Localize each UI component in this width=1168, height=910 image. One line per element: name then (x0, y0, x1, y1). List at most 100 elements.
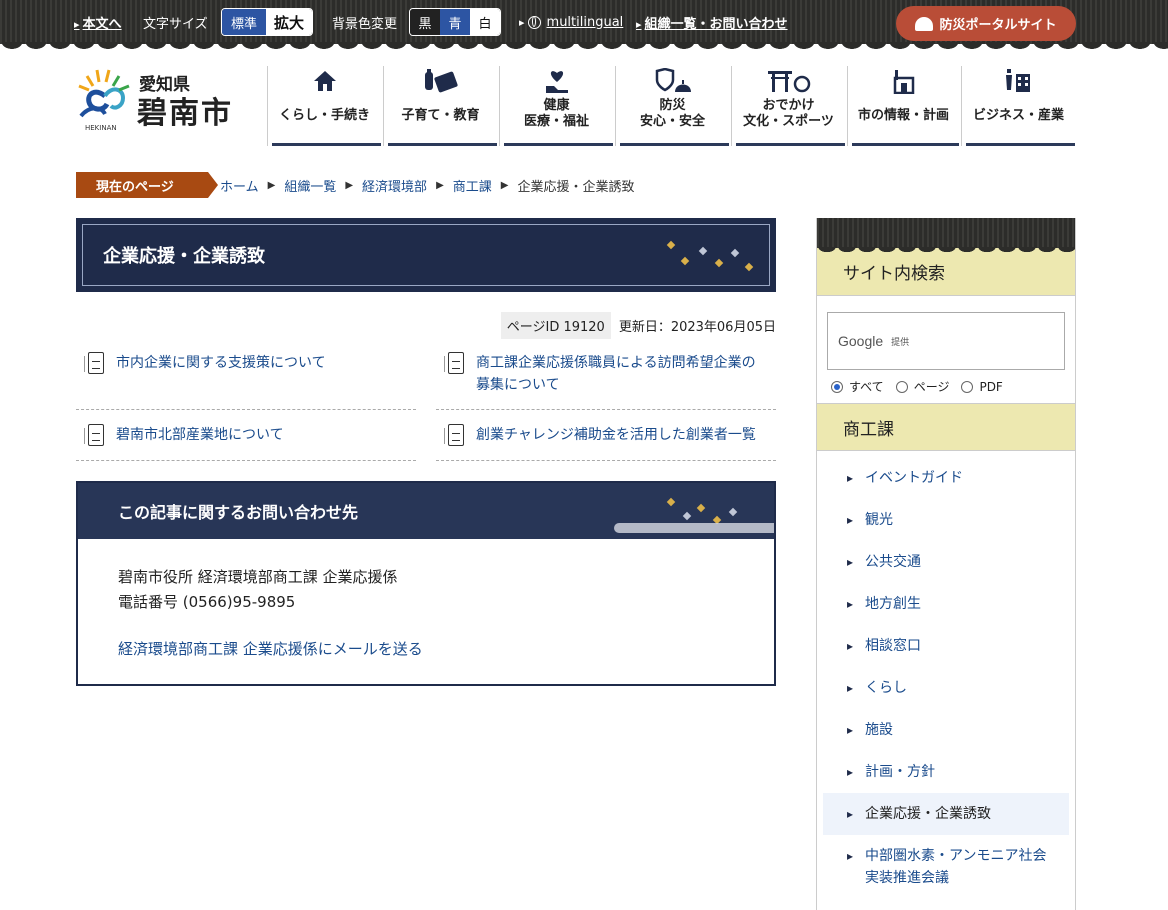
nav-safety[interactable]: 防災 安心・安全 (615, 66, 729, 146)
contact-mail-link[interactable]: 経済環境部商工課 企業応援係にメールを送る (118, 640, 423, 658)
page-title-banner: 企業応援・企業誘致 (76, 218, 776, 292)
related-link-startups[interactable]: 創業チャレンジ補助金を活用した創業者一覧 (444, 424, 756, 446)
skip-to-content-label: 本文へ (74, 13, 122, 32)
sidebar-item-plans[interactable]: 計画・方針 (823, 751, 1069, 793)
nav-city-info[interactable]: 市の情報・計画 (847, 66, 959, 146)
sidebar-item-business-support[interactable]: 企業応援・企業誘致 (823, 793, 1069, 835)
hekinan-logo-icon (78, 69, 130, 118)
page-id: ページID 19120 (500, 312, 611, 339)
nav-outing[interactable]: おでかけ 文化・スポーツ (731, 66, 845, 146)
document-icon (444, 352, 464, 374)
globe-icon (527, 15, 541, 29)
triangle-icon (519, 15, 528, 30)
related-link-visit[interactable]: 商工課企業応援係職員による訪問希望企業の 募集について (444, 352, 756, 396)
breadcrumb-home[interactable]: ホーム (220, 176, 259, 195)
breadcrumb-separator-icon: ▶ (436, 179, 444, 191)
sidebar-item-label: イベントガイド (865, 470, 963, 486)
page-title: 企業応援・企業誘致 (82, 224, 770, 286)
related-link-visit-label-2: 募集について (476, 377, 560, 393)
skip-to-content-link[interactable]: 本文へ (74, 0, 122, 44)
divider (76, 460, 416, 461)
radio-page[interactable] (895, 380, 908, 393)
org-contact-link[interactable]: 組織一覧・お問い合わせ (636, 0, 788, 44)
disaster-portal-label: 防災ポータルサイト (939, 18, 1057, 33)
nav-living-label: くらし・手続き (278, 108, 370, 123)
sidebar-item-label: 中部圏水素・アンモニア社会 (865, 848, 1047, 864)
font-size-label: 文字サイズ (143, 16, 208, 32)
related-link-support[interactable]: 市内企業に関する支援策について (84, 352, 326, 374)
radio-pdf[interactable] (961, 380, 974, 393)
decor-confetti (666, 497, 676, 507)
breadcrumb-commerce-section[interactable]: 商工課 (453, 176, 492, 195)
font-large-button[interactable]: 拡大 (266, 9, 312, 35)
house-icon (313, 68, 337, 94)
updated-date: 更新日：2023年06月05日 (618, 320, 776, 335)
site-logo[interactable]: 愛知県 碧南市 HEKINAN (75, 66, 255, 136)
nav-health[interactable]: 健康 医療・福祉 (499, 66, 613, 146)
contact-phone: 電話番号 (0566)95-9895 (118, 593, 296, 611)
decor-confetti (728, 507, 738, 517)
nav-outing-label-2: 文化・スポーツ (743, 114, 834, 129)
radio-all[interactable] (831, 380, 843, 393)
nav-safety-label-2: 安心・安全 (639, 114, 705, 129)
sidebar-item-label: 実装推進会議 (865, 870, 949, 886)
font-standard-button[interactable]: 標準 (222, 9, 266, 35)
breadcrumb-economy-dept[interactable]: 経済環境部 (362, 176, 427, 195)
logo-english-name: HEKINAN (85, 124, 117, 132)
related-link-startups-label: 創業チャレンジ補助金を活用した創業者一覧 (476, 427, 756, 443)
nav-childcare[interactable]: 子育て・教育 (383, 66, 497, 146)
sidebar-item-living[interactable]: くらし (823, 667, 1069, 709)
bg-white-button[interactable]: 白 (470, 9, 500, 35)
section-menu: イベントガイド 観光 公共交通 地方創生 相談窓口 くらし 施設 計画・方針 企… (817, 451, 1075, 899)
sidebar-item-label: 相談窓口 (865, 638, 921, 654)
current-page-tag: 現在のページ (76, 172, 218, 198)
sidebar-item-facilities[interactable]: 施設 (823, 709, 1069, 751)
site-search-heading: サイト内検索 (817, 248, 1075, 296)
contact-heading: この記事に関するお問い合わせ先 (118, 503, 359, 522)
document-icon (84, 424, 104, 446)
related-link-support-label: 市内企業に関する支援策について (116, 355, 326, 371)
decor-cloud (614, 523, 774, 533)
nav-childcare-label: 子育て・教育 (401, 108, 480, 123)
sidebar-item-tourism[interactable]: 観光 (823, 499, 1069, 541)
nav-health-label-2: 医療・福祉 (523, 114, 589, 129)
provided-label: 提供 (891, 337, 910, 348)
search-scope: すべて ページ PDF (817, 370, 1075, 403)
page-meta: ページID 19120 更新日：2023年06月05日 (500, 312, 776, 339)
bg-color-toggle: 黒 青 白 (409, 0, 501, 44)
heart-hand-icon (544, 68, 570, 94)
disaster-portal-button[interactable]: 防災ポータルサイト (896, 6, 1076, 41)
google-label: Google (838, 333, 884, 349)
breadcrumb-separator-icon: ▶ (345, 179, 354, 191)
sidebar-item-consultation[interactable]: 相談窓口 (823, 625, 1069, 667)
sidebar: サイト内検索 Google 提供 すべて ページ PDF 商工課 イベントガイド… (816, 218, 1076, 910)
sidebar-item-label: 地方創生 (865, 596, 921, 612)
divider (436, 409, 776, 410)
divider (436, 460, 776, 461)
related-link-industrial-area-label: 碧南市北部産業地について (116, 427, 284, 443)
breadcrumb-current: 企業応援・企業誘致 (517, 179, 635, 195)
sidebar-item-hydrogen[interactable]: 中部圏水素・アンモニア社会 実装推進会議 (823, 835, 1069, 899)
building-icon (892, 68, 916, 94)
contact-header: この記事に関するお問い合わせ先 (78, 483, 774, 539)
nav-business-label: ビジネス・産業 (972, 108, 1064, 123)
nav-business[interactable]: ビジネス・産業 (961, 66, 1075, 146)
radio-all-label: すべて (849, 380, 884, 394)
bg-black-button[interactable]: 黒 (410, 9, 440, 35)
radio-page-label: ページ (913, 380, 950, 394)
sidebar-item-event-guide[interactable]: イベントガイド (823, 457, 1069, 499)
sidebar-item-label: 企業応援・企業誘致 (865, 806, 991, 822)
sidebar-item-transport[interactable]: 公共交通 (823, 541, 1069, 583)
shield-icon (653, 68, 693, 94)
siren-icon (915, 16, 934, 31)
search-input[interactable]: Google 提供 (827, 312, 1065, 370)
sidebar-item-label: くらし (865, 680, 907, 696)
sidebar-item-regional[interactable]: 地方創生 (823, 583, 1069, 625)
business-icon (1004, 68, 1034, 94)
related-link-industrial-area[interactable]: 碧南市北部産業地について (84, 424, 284, 446)
multilingual-link[interactable]: multilingual (519, 0, 623, 44)
nav-living[interactable]: くらし・手続き (267, 66, 381, 146)
breadcrumb-org-list[interactable]: 組織一覧 (284, 176, 336, 195)
bg-blue-button[interactable]: 青 (440, 9, 470, 35)
document-icon (444, 424, 464, 446)
